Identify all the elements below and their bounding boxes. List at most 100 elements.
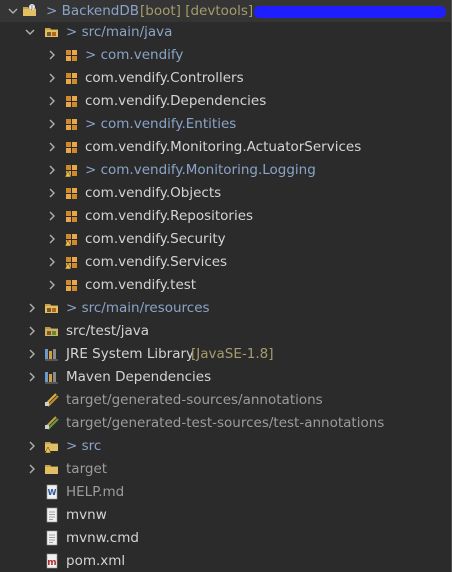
tree-item-label: > src/main/java [66,24,173,40]
tree-row-package[interactable]: com.vendify.Security [0,228,451,250]
tree-item-label: com.vendify.Repositories [85,208,254,224]
tree-item-label: HELP.md [66,484,125,500]
expand-arrow-icon[interactable] [46,256,58,268]
svg-text:m: m [47,558,56,568]
text-file-icon [44,530,60,546]
tree-item-label: src/test/java [66,323,150,339]
tree-row-package[interactable]: > com.vendify.Entities [0,113,451,135]
generated-source-folder-icon [44,392,60,408]
project-tags: [boot] [devtools] [140,3,254,19]
tree-row-source-folder[interactable]: > src/main/java [0,21,451,43]
expand-arrow-icon[interactable] [46,141,58,153]
tree-row-file[interactable]: mvnw [0,504,451,526]
tree-row-file[interactable]: W HELP.md [0,481,451,503]
source-folder-icon [44,300,60,316]
tree-row-library[interactable]: JRE System Library [JavaSE-1.8] [0,343,451,365]
expand-arrow-icon[interactable] [46,118,58,130]
tree-row-package[interactable]: com.vendify.Repositories [0,205,451,227]
folder-warning-icon [44,438,60,454]
expand-arrow-icon[interactable] [26,371,38,383]
package-warning-icon [64,254,80,270]
tree-row-folder[interactable]: target [0,458,451,480]
expand-arrow-icon[interactable] [46,279,58,291]
tree-row-package[interactable]: com.vendify.Monitoring.ActuatorServices [0,136,451,158]
tree-row-source-folder[interactable]: > src/main/resources [0,297,451,319]
expand-arrow-icon[interactable] [26,463,38,475]
tree-row-package[interactable]: com.vendify.Objects [0,182,451,204]
tree-item-label: target/generated-sources/annotations [66,392,323,408]
generated-test-folder-icon [44,415,60,431]
maven-project-icon: J [22,3,38,19]
tree-item-label: com.vendify.Security [85,231,226,247]
tree-item-label: mvnw [66,507,107,523]
package-icon [64,47,80,63]
tree-row-package[interactable]: > com.vendify [0,44,451,66]
tree-item-label: > com.vendify.Monitoring.Logging [85,162,316,178]
tree-row-package[interactable]: > com.vendify.Monitoring.Logging [0,159,451,181]
package-icon [64,116,80,132]
collapse-arrow-icon[interactable] [24,26,36,38]
text-file-icon [44,507,60,523]
expand-arrow-icon[interactable] [46,49,58,61]
tree-row-file[interactable]: mvnw.cmd [0,527,451,549]
tree-row-project[interactable]: J > BackendDB [boot] [devtools] [0,0,451,22]
tree-row-file[interactable]: m pom.xml [0,550,451,572]
expand-arrow-icon[interactable] [46,72,58,84]
collapse-arrow-icon[interactable] [7,5,19,17]
tree-row-package[interactable]: com.vendify.test [0,274,451,296]
tree-row-library[interactable]: Maven Dependencies [0,366,451,388]
expand-arrow-icon[interactable] [26,325,38,337]
expand-arrow-icon[interactable] [46,210,58,222]
tree-item-label: com.vendify.Services [85,254,228,270]
package-icon [64,185,80,201]
tree-row-source-folder[interactable]: src/test/java [0,320,451,342]
expand-arrow-icon[interactable] [26,348,38,360]
package-icon [64,93,80,109]
tree-item-label: com.vendify.Dependencies [85,93,267,109]
svg-text:J: J [30,5,32,11]
tree-item-label: pom.xml [66,553,126,569]
folder-icon [44,461,60,477]
package-icon [64,139,80,155]
library-version-decorator: [JavaSE-1.8] [191,346,274,362]
package-icon [64,70,80,86]
expand-arrow-icon[interactable] [46,164,58,176]
project-name: > BackendDB [46,3,139,19]
expand-arrow-icon[interactable] [46,233,58,245]
expand-arrow-icon[interactable] [26,440,38,452]
tree-row-generated-folder[interactable]: target/generated-sources/annotations [0,389,451,411]
library-icon [44,369,60,385]
tree-item-label: Maven Dependencies [66,369,212,385]
tree-row-package[interactable]: com.vendify.Controllers [0,67,451,89]
tree-item-label: > com.vendify.Entities [85,116,237,132]
tree-item-label: target/generated-test-sources/test-annot… [66,415,385,431]
tree-item-label: > src/main/resources [66,300,210,316]
maven-pom-icon: m [44,553,60,569]
tree-item-label: com.vendify.Objects [85,185,222,201]
expand-arrow-icon[interactable] [46,187,58,199]
tree-row-generated-folder[interactable]: target/generated-test-sources/test-annot… [0,412,451,434]
word-file-icon: W [44,484,60,500]
package-icon [64,277,80,293]
package-warning-icon [64,231,80,247]
tree-item-label: > src [66,438,102,454]
tree-row-folder[interactable]: > src [0,435,451,457]
tree-item-label: > com.vendify [85,47,184,63]
tree-item-label: com.vendify.Monitoring.ActuatorServices [85,139,362,155]
tree-item-label: com.vendify.test [85,277,197,293]
tree-item-label: JRE System Library [66,346,195,362]
source-folder-icon [44,24,60,40]
tree-item-label: mvnw.cmd [66,530,139,546]
library-icon [44,346,60,362]
test-source-folder-icon [44,323,60,339]
svg-text:W: W [48,488,57,497]
tree-item-label: com.vendify.Controllers [85,70,244,86]
tree-row-package[interactable]: com.vendify.Dependencies [0,90,451,112]
expand-arrow-icon[interactable] [26,302,38,314]
expand-arrow-icon[interactable] [46,95,58,107]
package-warning-icon [64,162,80,178]
tree-item-label: target [66,461,108,477]
tree-row-package[interactable]: com.vendify.Services [0,251,451,273]
redaction-mark [254,6,446,18]
package-icon [64,208,80,224]
